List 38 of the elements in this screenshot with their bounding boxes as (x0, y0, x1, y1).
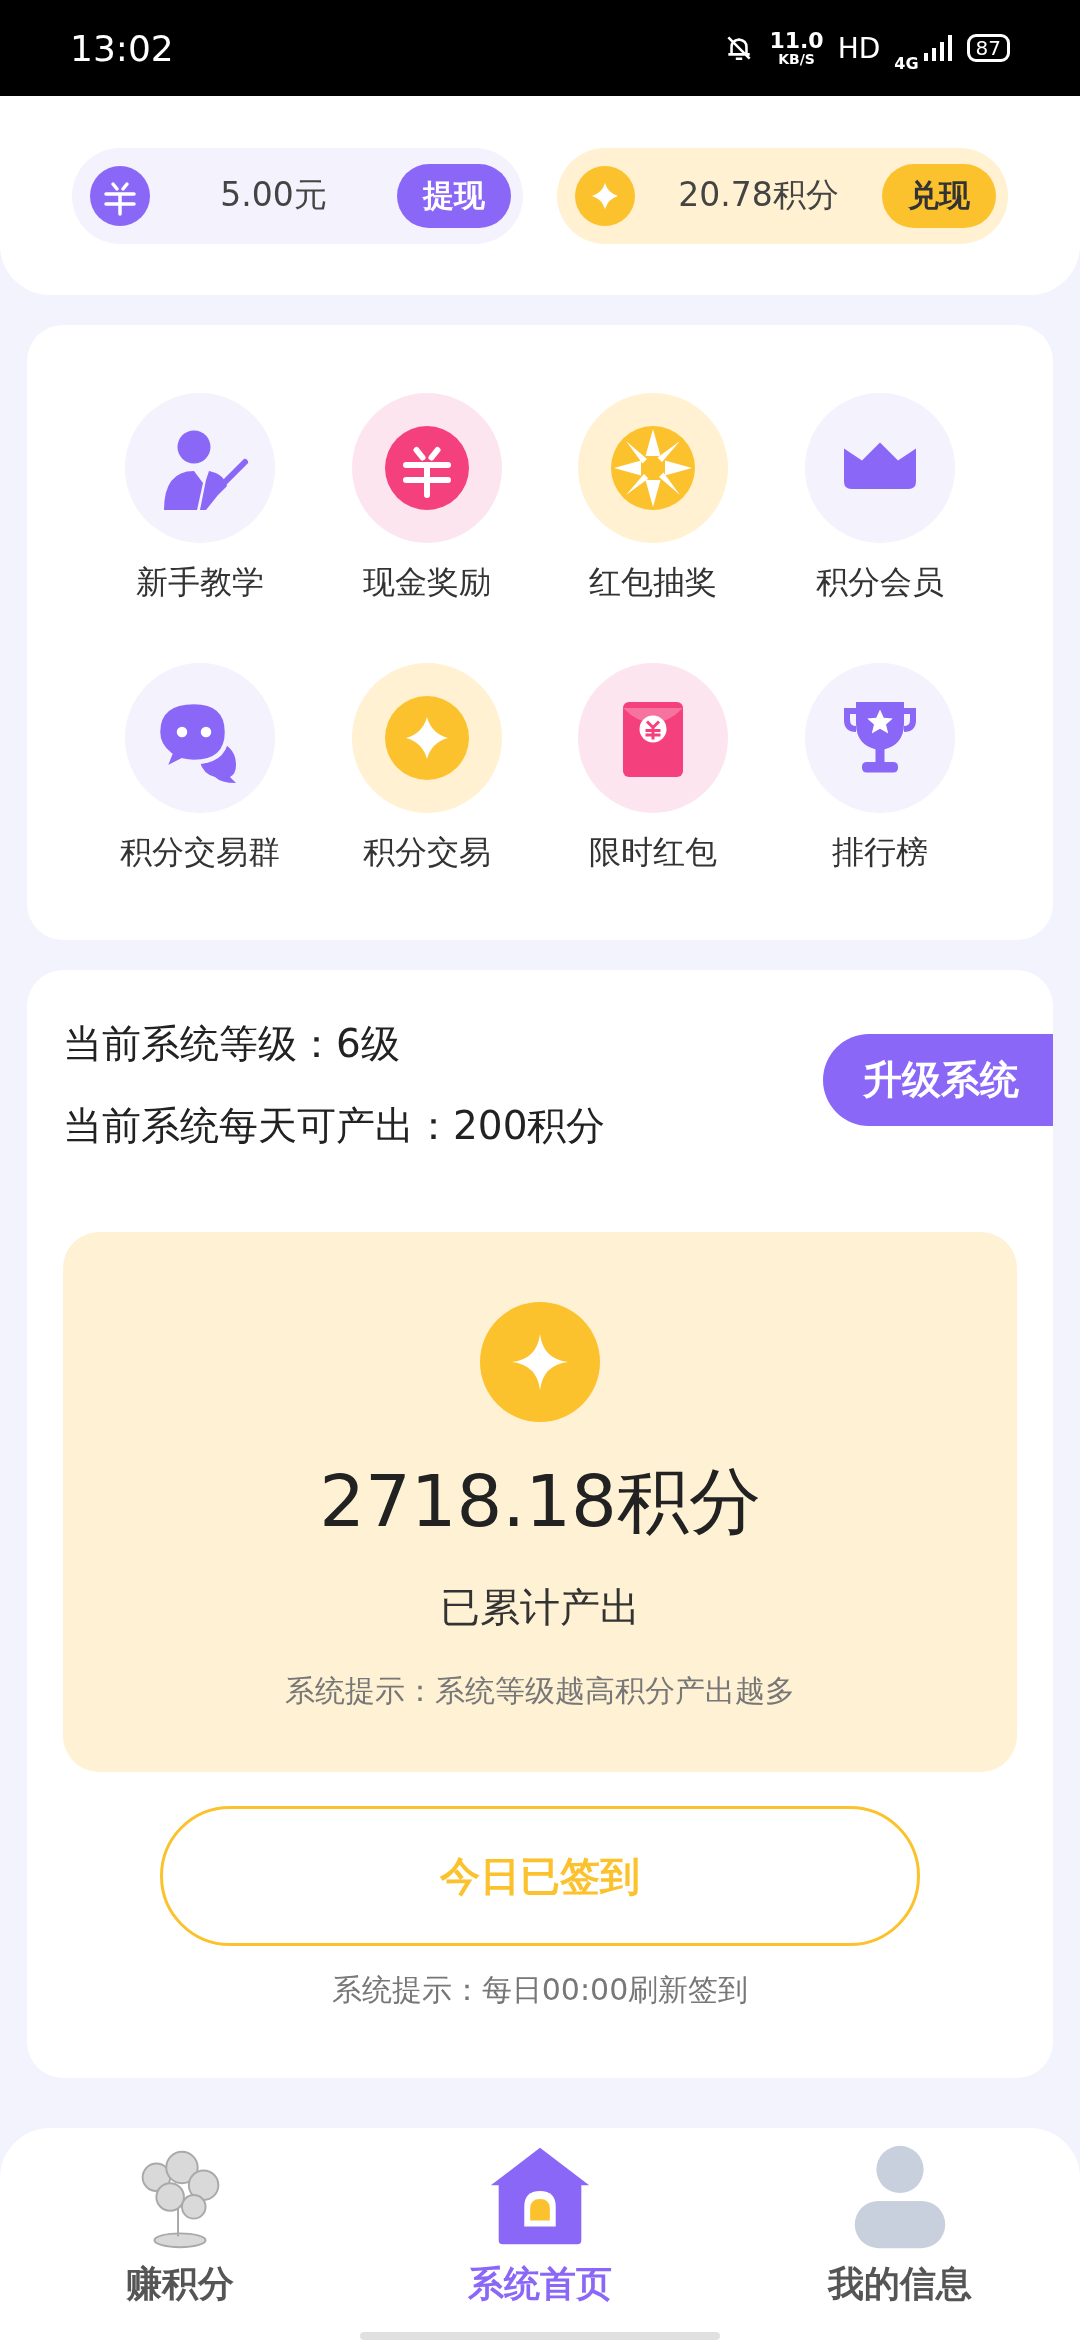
nav-tab[interactable]: 系统首页 (410, 2138, 670, 2309)
envelope-icon[interactable] (578, 663, 729, 813)
upgrade-button[interactable]: 升级系统 (823, 1034, 1053, 1126)
shortcut-label[interactable]: 红包抽奖 (589, 561, 718, 605)
yuan-coin-icon[interactable] (351, 393, 502, 543)
signal-icon (922, 33, 953, 63)
battery-indicator: 87 (966, 34, 1010, 62)
shortcut-label[interactable]: 积分会员 (815, 561, 944, 605)
withdraw-button[interactable]: 提现 (397, 163, 511, 228)
hd-indicator: HD (837, 31, 881, 65)
speed-unit: KB/S (778, 52, 815, 66)
coin-icon (575, 165, 635, 226)
total-label: 已累计产出 (440, 1583, 640, 1632)
redeem-button[interactable]: 兑现 (882, 163, 996, 228)
chat-bubbles-icon[interactable] (125, 663, 276, 813)
person-teacher-icon[interactable] (125, 393, 276, 543)
crown-icon[interactable] (804, 393, 955, 543)
network-speed: 11.0 (769, 30, 824, 52)
yuan-coin-icon (90, 165, 150, 226)
network-type: 4G (894, 53, 919, 73)
trophy-icon[interactable] (804, 663, 955, 813)
daily-output-text: 当前系统每天可产出：200积分 (63, 1102, 606, 1150)
shortcut-label[interactable]: 积分交易群 (120, 831, 281, 875)
nav-tab[interactable]: 我的信息 (770, 2138, 1030, 2309)
nav-tab[interactable]: 赚积分 (50, 2138, 310, 2309)
sign-tip: 系统提示：每日00:00刷新签到 (331, 1971, 749, 2009)
shortcut-label[interactable]: 限时红包 (589, 831, 718, 875)
shortcut-label[interactable]: 现金奖励 (362, 561, 491, 605)
shortcut-label[interactable]: 排行榜 (831, 831, 928, 875)
coin-icon (480, 1302, 600, 1422)
balance-amount: 20.78积分 (677, 174, 840, 216)
balance-amount: 5.00元 (219, 174, 328, 216)
system-tip: 系统提示：系统等级越高积分产出越多 (285, 1672, 795, 1710)
shortcut-label[interactable]: 新手教学 (136, 561, 265, 605)
system-level-text: 当前系统等级：6级 (63, 1020, 401, 1068)
total-points: 2718.18积分 (319, 1458, 761, 1545)
shortcut-label[interactable]: 积分交易 (362, 831, 491, 875)
clock-time: 13:02 (70, 27, 174, 69)
